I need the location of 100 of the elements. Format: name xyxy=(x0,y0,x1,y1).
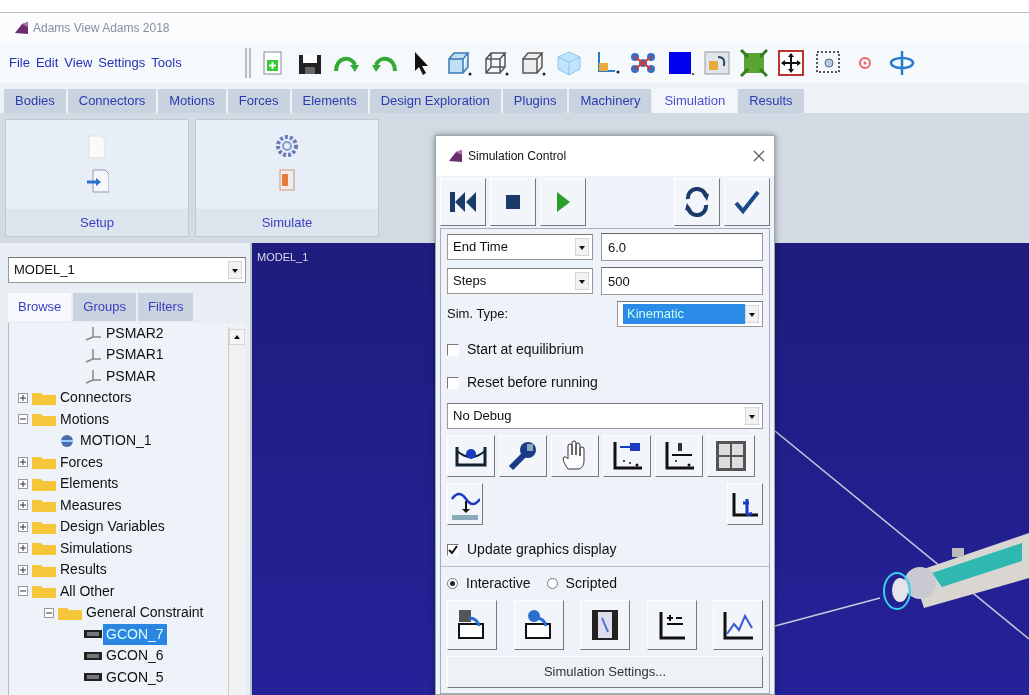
plot-export-button[interactable] xyxy=(603,435,651,477)
ribbon-tab[interactable]: Plugins xyxy=(502,89,570,113)
menu-item[interactable]: Tools xyxy=(148,53,185,73)
collapse-toggle[interactable] xyxy=(44,607,54,618)
ribbon-tab[interactable]: Forces xyxy=(227,89,292,113)
wave-button[interactable] xyxy=(447,483,483,525)
plot-parameter-button[interactable] xyxy=(655,435,703,477)
close-icon[interactable] xyxy=(752,149,766,163)
viewport-label: MODEL_1 xyxy=(257,250,309,265)
plus-icon xyxy=(20,566,26,573)
tree-item[interactable]: PSMAR2 xyxy=(103,322,167,344)
expand-toggle[interactable] xyxy=(18,457,28,468)
plot-info-button[interactable] xyxy=(727,483,763,525)
end-time-field[interactable]: 6.0 xyxy=(601,233,763,261)
browser-tab[interactable]: Groups xyxy=(73,293,138,321)
caret-icon xyxy=(228,261,242,279)
minus-icon xyxy=(46,609,52,616)
checkbox[interactable] xyxy=(447,376,459,389)
expand-toggle[interactable] xyxy=(18,500,28,511)
tree-item[interactable]: General Constraint xyxy=(83,602,207,624)
hand-button[interactable] xyxy=(551,435,599,477)
folder-icon xyxy=(31,497,57,514)
tree-item[interactable]: Results xyxy=(57,559,110,581)
radio-button[interactable] xyxy=(546,578,558,589)
tree-item[interactable]: GCON_6 xyxy=(103,645,167,667)
line-chart-button[interactable] xyxy=(713,600,763,650)
tree-item[interactable]: GCON_5 xyxy=(103,666,167,688)
checkbox[interactable] xyxy=(447,343,459,356)
ribbon-tab[interactable]: Results xyxy=(738,89,806,113)
tree-item[interactable]: Forces xyxy=(57,451,106,473)
mechanism-drawing[interactable] xyxy=(883,533,1029,610)
ribbon-tab[interactable]: Connectors xyxy=(67,89,159,113)
tree-item[interactable]: PSMAR1 xyxy=(103,344,167,366)
menu-item[interactable]: Edit xyxy=(32,53,62,73)
scroll-up-icon[interactable] xyxy=(229,329,245,346)
model-dropdown[interactable]: MODEL_1 xyxy=(8,257,246,283)
minus-icon xyxy=(20,416,26,423)
collapse-toggle[interactable] xyxy=(18,586,28,597)
expand-toggle[interactable] xyxy=(18,392,28,403)
browser-tab[interactable]: Filters xyxy=(138,293,196,321)
tree-item[interactable]: Elements xyxy=(57,473,122,495)
tree-item[interactable]: Measures xyxy=(57,494,125,516)
wrench-button[interactable] xyxy=(499,435,547,477)
grid-button[interactable] xyxy=(707,435,755,477)
import-page-icon[interactable] xyxy=(85,168,109,195)
menu-item[interactable]: Settings xyxy=(95,53,149,73)
debug-dropdown[interactable]: No Debug xyxy=(447,403,763,429)
folder-icon xyxy=(31,411,57,428)
folder-icon xyxy=(31,583,57,600)
tree-item[interactable]: MOTION_1 xyxy=(77,430,155,452)
resize-icon[interactable] xyxy=(739,49,768,77)
tree-item[interactable]: Simulations xyxy=(57,537,136,559)
rotate-icon[interactable] xyxy=(887,49,916,77)
collapse-toggle[interactable] xyxy=(18,414,28,425)
simulation-settings-button[interactable]: Simulation Settings... xyxy=(447,656,763,688)
menu-item[interactable]: File xyxy=(6,53,33,73)
ribbon-tab[interactable]: Simulation xyxy=(653,89,739,113)
ribbon-tab[interactable]: Elements xyxy=(291,89,370,113)
fit-view-icon[interactable] xyxy=(776,49,805,77)
radio-button[interactable] xyxy=(447,578,458,589)
rewind-icon xyxy=(448,189,478,215)
expand-toggle[interactable] xyxy=(18,521,28,532)
tree-item[interactable]: Motions xyxy=(57,408,113,430)
expand-toggle[interactable] xyxy=(18,564,28,575)
tree-item[interactable]: GCON_7 xyxy=(103,623,167,645)
browser-tab[interactable]: Browse xyxy=(8,293,74,321)
plus-icon xyxy=(20,394,26,401)
expand-toggle[interactable] xyxy=(18,478,28,489)
toolbar-grip[interactable] xyxy=(244,48,251,78)
import-folder-button[interactable] xyxy=(513,600,564,650)
group-label: Setup xyxy=(6,208,188,236)
play-icon xyxy=(555,191,571,213)
table-plot-button[interactable] xyxy=(646,600,697,650)
step-mode-dropdown[interactable]: Steps xyxy=(447,268,593,294)
tree-item[interactable]: PSMAR xyxy=(103,365,159,387)
tree-item[interactable]: Design Variables xyxy=(57,516,168,538)
film-button[interactable] xyxy=(580,600,630,650)
tree-item[interactable]: All Other xyxy=(57,580,118,602)
tree-item[interactable]: Connectors xyxy=(57,387,135,409)
ribbon-tab[interactable]: Design Exploration xyxy=(369,89,503,113)
checkbox[interactable] xyxy=(447,543,459,556)
caret-icon xyxy=(745,407,759,425)
rewind-button[interactable] xyxy=(440,178,486,226)
play-button[interactable] xyxy=(540,178,586,226)
scrollbar[interactable] xyxy=(228,326,244,695)
refresh-button[interactable] xyxy=(674,178,720,226)
equilibrium-button[interactable] xyxy=(447,435,495,477)
check-icon xyxy=(448,544,458,555)
menu-item[interactable]: View xyxy=(61,53,96,73)
checkmark-button[interactable] xyxy=(724,178,770,226)
stop-button[interactable] xyxy=(490,178,536,226)
marker-icon xyxy=(83,325,103,342)
ribbon-tab[interactable]: Machinery xyxy=(569,89,654,113)
end-mode-dropdown[interactable]: End Time xyxy=(447,234,593,260)
ribbon-tab[interactable]: Bodies xyxy=(4,89,68,113)
steps-field[interactable]: 500 xyxy=(601,267,763,295)
render-icon[interactable] xyxy=(702,49,731,77)
ribbon-tab[interactable]: Motions xyxy=(158,89,228,113)
expand-toggle[interactable] xyxy=(18,543,28,554)
export-folder-button[interactable] xyxy=(447,600,497,650)
